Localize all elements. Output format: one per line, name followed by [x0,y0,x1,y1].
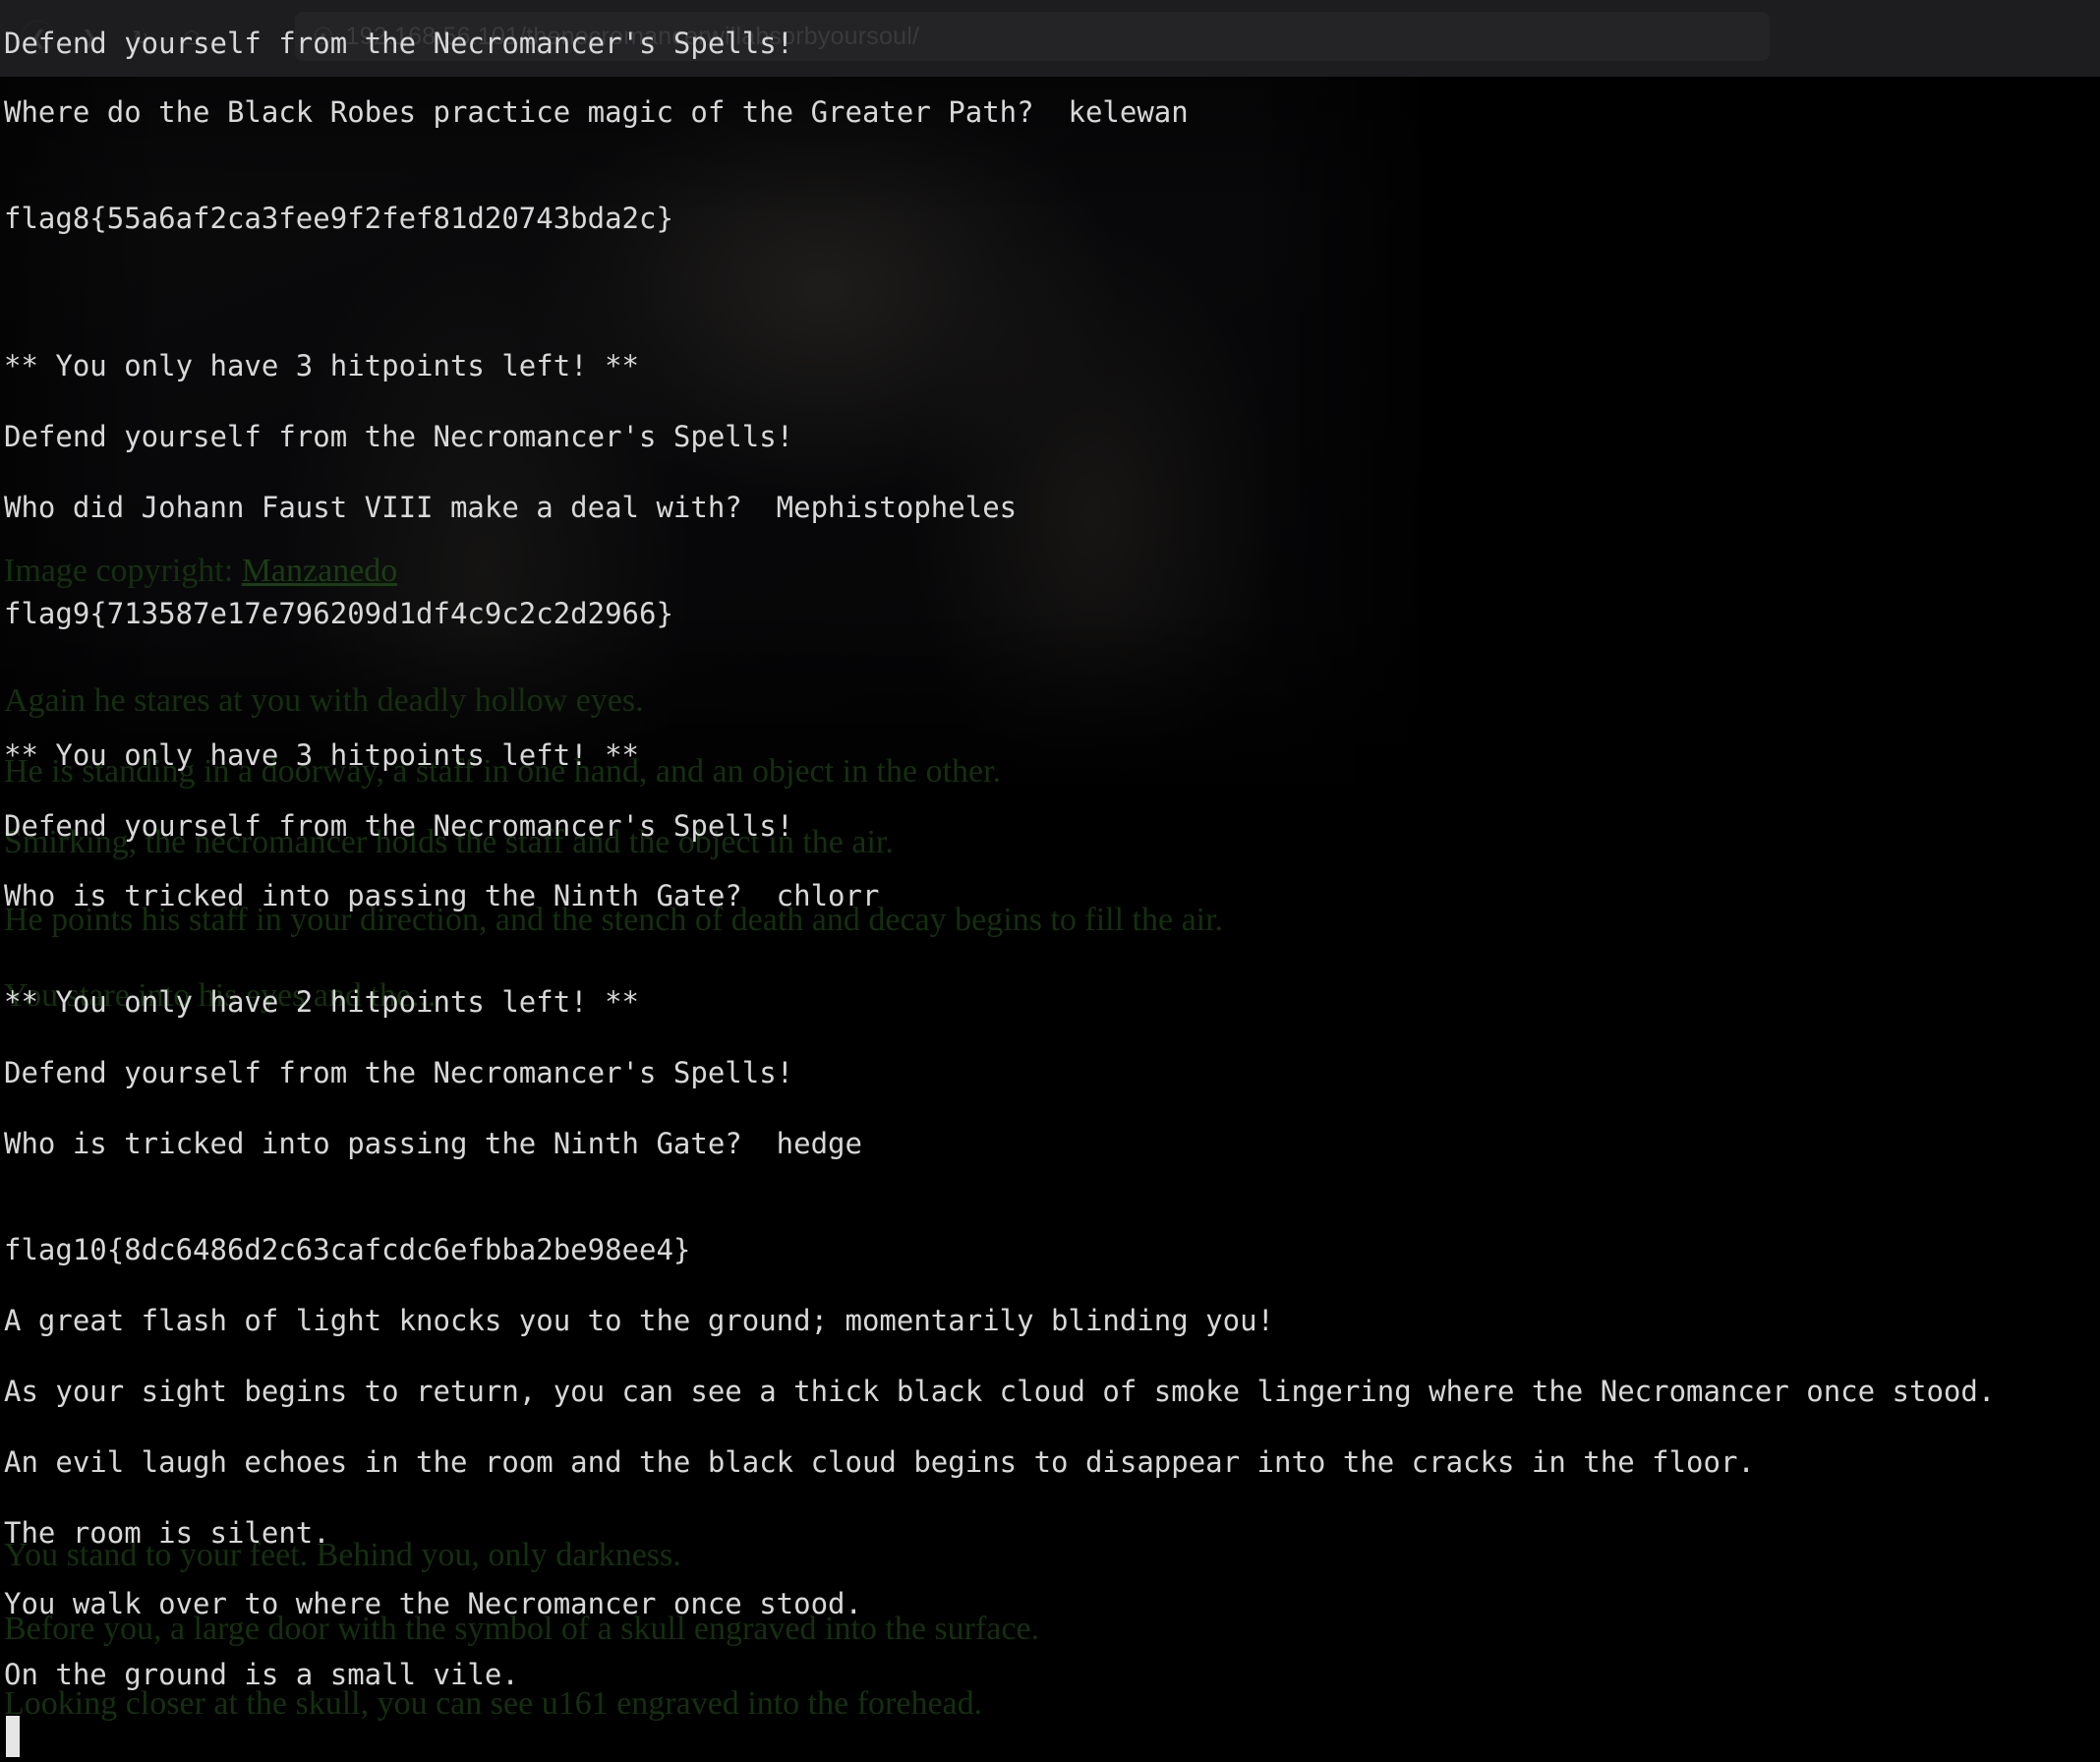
terminal-page: ❮ ❯ ↻ ☖ ☉ 192.168.56.101/thenecromancerw… [0,0,2100,1762]
terminal-line: A great flash of light knocks you to the… [4,1304,1275,1337]
terminal-line: ** You only have 3 hitpoints left! ** [4,349,640,382]
terminal-cursor [6,1716,20,1757]
terminal-line: Defend yourself from the Necromancer's S… [4,420,794,453]
terminal-line: Where do the Black Robes practice magic … [4,95,1189,129]
terminal-line: The room is silent. [4,1516,330,1550]
terminal-line: Who did Johann Faust VIII make a deal wi… [4,491,1018,524]
terminal-line: Defend yourself from the Necromancer's S… [4,809,794,843]
terminal-line: flag8{55a6af2ca3fee9f2fef81d20743bda2c} [4,202,673,235]
terminal-line: On the ground is a small vile. [4,1658,519,1691]
terminal-line: Defend yourself from the Necromancer's S… [4,1056,794,1089]
terminal-line: ** You only have 3 hitpoints left! ** [4,738,640,772]
terminal-line: Defend yourself from the Necromancer's S… [4,27,794,60]
terminal-line: As your sight begins to return, you can … [4,1375,1996,1408]
terminal-line: You walk over to where the Necromancer o… [4,1587,862,1620]
terminal-line: Who is tricked into passing the Ninth Ga… [4,1127,862,1160]
terminal-line: ** You only have 2 hitpoints left! ** [4,985,640,1019]
terminal-line: An evil laugh echoes in the room and the… [4,1445,1755,1479]
terminal-line: Who is tricked into passing the Ninth Ga… [4,879,880,912]
terminal-line: flag10{8dc6486d2c63cafcdc6efbba2be98ee4} [4,1233,691,1266]
terminal-line: flag9{713587e17e796209d1df4c9c2c2d2966} [4,597,673,630]
page-background-line: Looking closer at the skull, you can see… [4,1685,983,1722]
